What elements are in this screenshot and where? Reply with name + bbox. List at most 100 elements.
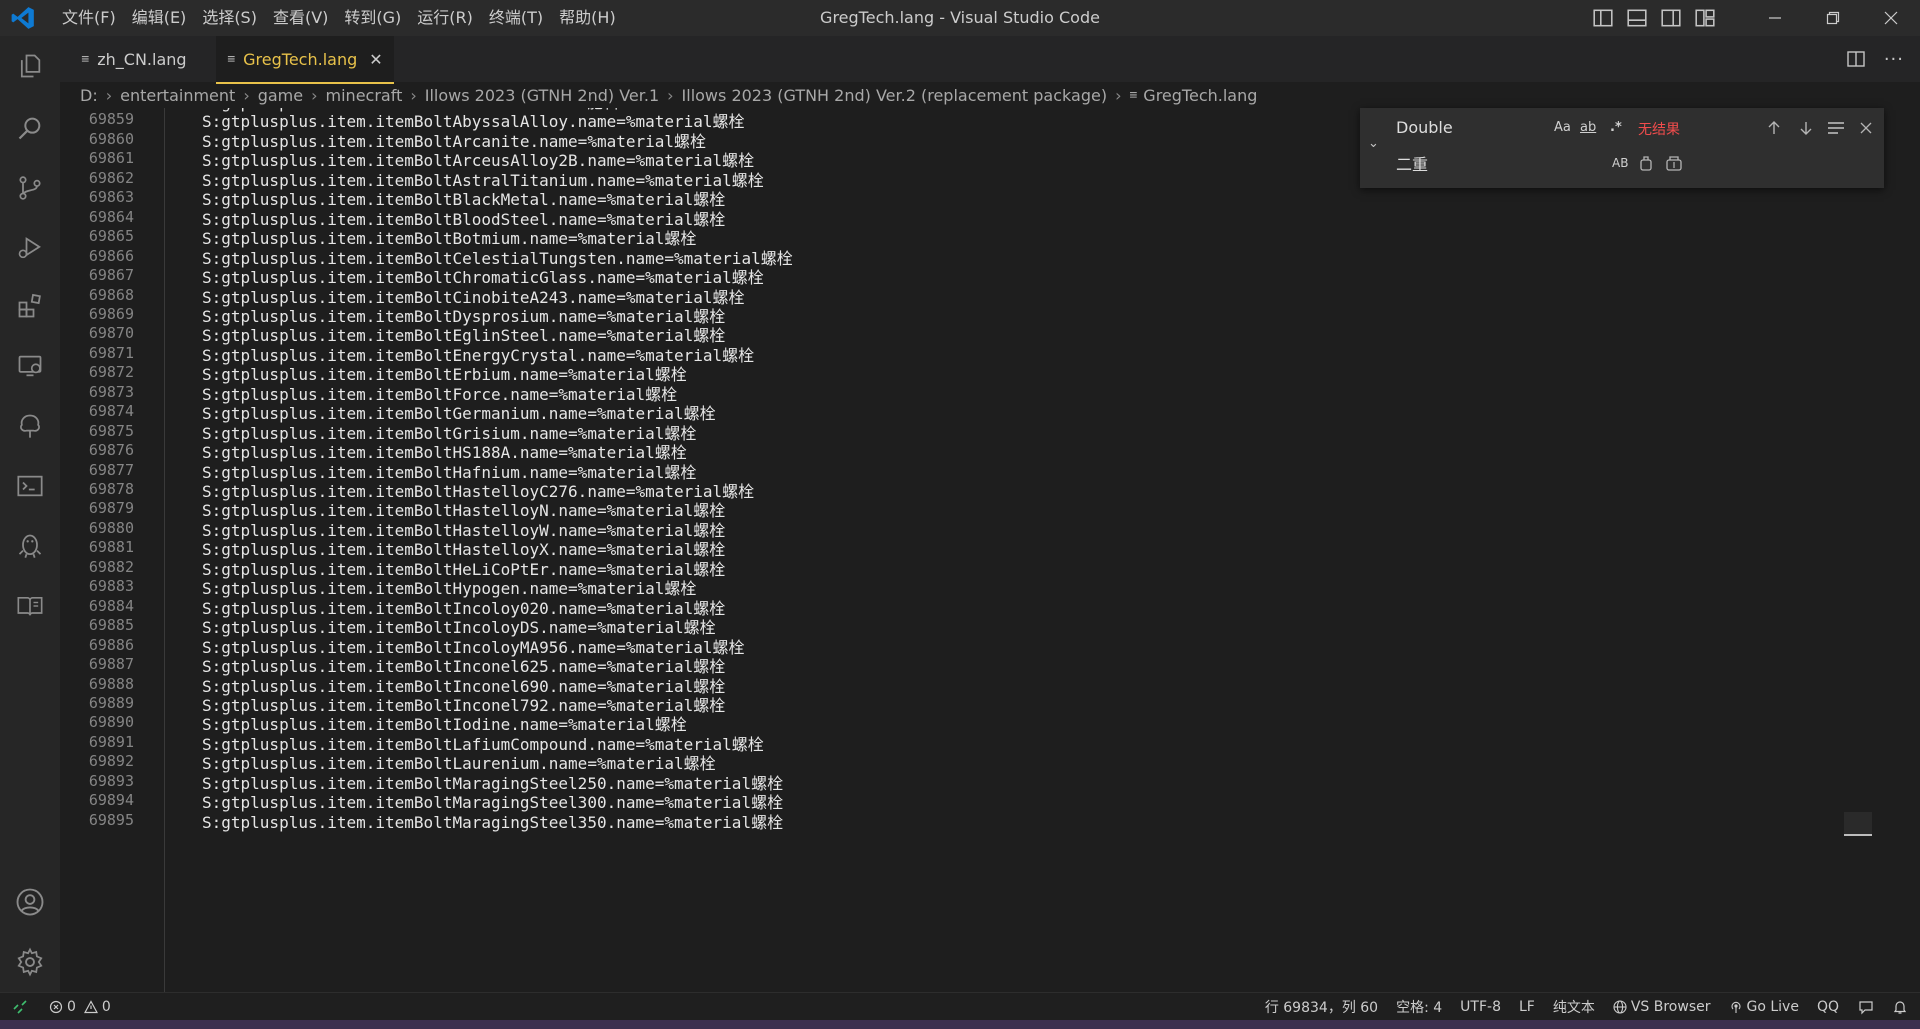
more-actions-icon[interactable]: ··· — [1884, 49, 1904, 70]
go-live-button[interactable]: Go Live — [1720, 999, 1808, 1015]
tab-label: GregTech.lang — [243, 49, 358, 69]
tab-zh-cn-lang[interactable]: ≡ zh_CN.lang — [60, 36, 208, 82]
activity-terminal[interactable] — [0, 462, 60, 510]
activity-extensions[interactable] — [0, 282, 60, 330]
menu-bar: 文件(F) 编辑(E) 选择(S) 查看(V) 转到(G) 运行(R) 终端(T) 帮助(H) — [54, 0, 624, 36]
breadcrumb-item[interactable]: Illows 2023 (GTNH 2nd) Ver.2 (replacemen… — [682, 86, 1108, 105]
editor-actions: ··· — [1846, 36, 1920, 82]
find-in-selection-icon — [1828, 122, 1844, 134]
extensions-icon — [18, 293, 41, 318]
file-lines-icon: ≡ — [81, 51, 90, 67]
cursor-position[interactable]: 行 69834，列 60 — [1256, 997, 1387, 1017]
line-number: 69889 — [88, 693, 134, 712]
go-live-label: Go Live — [1746, 999, 1799, 1015]
close-window-button[interactable] — [1862, 0, 1920, 36]
error-count: 0 — [67, 999, 76, 1015]
vs-browser-button[interactable]: VS Browser — [1604, 999, 1720, 1015]
qq-button[interactable]: QQ — [1808, 999, 1848, 1015]
end-of-line[interactable]: LF — [1510, 999, 1544, 1015]
taskbar-strip — [0, 1020, 1920, 1029]
find-result-count: 无结果 — [1638, 122, 1680, 138]
toggle-panel-icon[interactable] — [1626, 7, 1648, 29]
line-number: 69882 — [88, 557, 134, 576]
activity-qq[interactable] — [0, 522, 60, 570]
regex-toggle[interactable]: .* — [1610, 120, 1622, 135]
language-mode[interactable]: 纯文本 — [1544, 997, 1604, 1017]
replace-button[interactable] — [1636, 154, 1656, 174]
close-find-button[interactable] — [1856, 118, 1876, 138]
run-debug-icon — [18, 237, 41, 259]
activity-manage[interactable] — [0, 938, 60, 986]
match-case-toggle[interactable]: Aa — [1554, 120, 1571, 135]
replace-all-button[interactable] — [1664, 154, 1684, 174]
arrow-up-icon — [1768, 121, 1780, 134]
activity-accounts[interactable] — [0, 878, 60, 926]
activity-tree[interactable] — [0, 402, 60, 450]
close-tab-icon[interactable]: ✕ — [369, 50, 382, 69]
line-number: 69860 — [88, 129, 134, 148]
line-number: 69877 — [88, 460, 134, 479]
replace-input[interactable]: 二重 — [1392, 150, 1736, 180]
gear-icon — [17, 947, 43, 977]
menu-item[interactable]: 转到(G) — [336, 0, 409, 36]
terminal-icon — [17, 475, 43, 497]
line-number: 69894 — [88, 791, 134, 810]
vs-browser-label: VS Browser — [1630, 999, 1711, 1015]
line-number: 69864 — [88, 207, 134, 226]
menu-item[interactable]: 帮助(H) — [551, 0, 624, 36]
breadcrumb-item[interactable]: entertainment — [120, 86, 235, 105]
menu-item[interactable]: 编辑(E) — [124, 0, 195, 36]
breadcrumb-item[interactable]: minecraft — [326, 86, 403, 105]
code-line[interactable]: S:gtplusplus.item.itemBoltMaragingSteel3… — [202, 809, 783, 833]
next-match-button[interactable] — [1796, 118, 1816, 138]
encoding[interactable]: UTF-8 — [1451, 999, 1510, 1015]
minimize-button[interactable] — [1746, 0, 1804, 36]
chevron-right-icon: › — [667, 85, 674, 105]
activity-search[interactable] — [0, 104, 60, 152]
bell-icon[interactable] — [1892, 999, 1908, 1015]
activity-explorer[interactable] — [0, 42, 60, 90]
find-replace-widget: ⌄ Double Aa ab .* 无结果 二重 AB — [1360, 108, 1884, 188]
arrow-down-icon — [1800, 122, 1812, 135]
split-editor-icon[interactable] — [1846, 49, 1866, 69]
code-editor[interactable]: 6985869859698606986169862698636986469865… — [60, 108, 1920, 992]
line-number: 69859 — [88, 110, 134, 129]
toggle-primary-sidebar-icon[interactable] — [1592, 7, 1614, 29]
line-number: 69887 — [88, 655, 134, 674]
feedback-icon[interactable] — [1858, 999, 1874, 1015]
activity-run-debug[interactable] — [0, 224, 60, 272]
previous-match-button[interactable] — [1764, 118, 1784, 138]
preserve-case-toggle[interactable]: AB — [1612, 156, 1628, 170]
activity-remote-explorer[interactable] — [0, 342, 60, 390]
restore-button[interactable] — [1804, 0, 1862, 36]
line-number: 69892 — [88, 752, 134, 771]
activity-book[interactable] — [0, 582, 60, 630]
breadcrumb-item[interactable]: Illows 2023 (GTNH 2nd) Ver.1 — [425, 86, 659, 105]
menu-item[interactable]: 文件(F) — [54, 0, 124, 36]
scrollbar-slider[interactable] — [1844, 812, 1872, 836]
line-number: 69880 — [88, 518, 134, 537]
line-number: 69890 — [88, 713, 134, 732]
menu-item[interactable]: 选择(S) — [194, 0, 265, 36]
toggle-secondary-sidebar-icon[interactable] — [1660, 7, 1682, 29]
menu-item[interactable]: 终端(T) — [481, 0, 551, 36]
line-number: 69893 — [88, 771, 134, 790]
problems-indicator[interactable]: 0 0 — [40, 999, 120, 1015]
activity-source-control[interactable] — [0, 164, 60, 212]
menu-item[interactable]: 运行(R) — [409, 0, 481, 36]
breadcrumb-item[interactable]: D: — [80, 86, 98, 105]
toggle-replace-icon[interactable]: ⌄ — [1368, 136, 1382, 151]
breadcrumb-item[interactable]: game — [258, 86, 303, 105]
files-icon — [20, 54, 41, 78]
whole-word-toggle[interactable]: ab — [1580, 120, 1596, 135]
remote-indicator[interactable] — [0, 993, 40, 1021]
line-number: 69888 — [88, 674, 134, 693]
menu-item[interactable]: 查看(V) — [265, 0, 336, 36]
indentation[interactable]: 空格: 4 — [1387, 997, 1451, 1017]
customize-layout-icon[interactable] — [1694, 7, 1716, 29]
breadcrumb-item[interactable]: GregTech.lang — [1143, 86, 1257, 105]
line-number: 69874 — [88, 402, 134, 421]
chevron-right-icon: › — [105, 85, 113, 105]
find-in-selection-button[interactable] — [1826, 118, 1846, 138]
tab-gregtech-lang[interactable]: ≡ GregTech.lang ✕ — [216, 36, 394, 84]
